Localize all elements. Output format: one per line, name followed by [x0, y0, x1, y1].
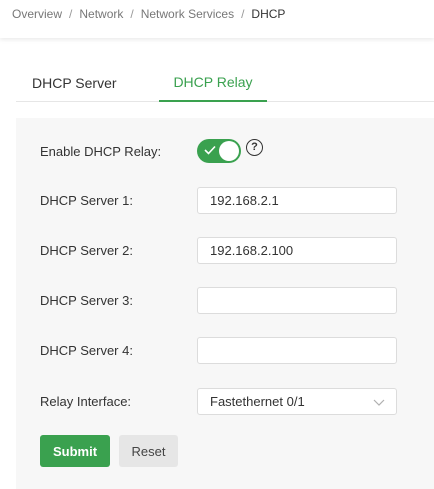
check-icon — [204, 145, 216, 155]
server4-label: DHCP Server 4: — [40, 343, 133, 358]
relay-interface-label: Relay Interface: — [40, 394, 132, 409]
reset-button[interactable]: Reset — [119, 435, 178, 467]
breadcrumb-dhcp: DHCP — [251, 7, 286, 21]
toggle-knob — [219, 141, 239, 161]
breadcrumb-overview[interactable]: Overview — [12, 7, 62, 21]
server3-input[interactable] — [197, 287, 397, 314]
breadcrumb-network-services[interactable]: Network Services — [141, 7, 234, 21]
server1-input[interactable]: 192.168.2.1 — [197, 187, 397, 214]
chevron-down-icon — [373, 399, 385, 406]
submit-button[interactable]: Submit — [40, 435, 110, 467]
tab-dhcp-server[interactable]: DHCP Server — [16, 64, 159, 102]
tab-bar: DHCP Server DHCP Relay — [16, 64, 434, 102]
relay-interface-row: Relay Interface: Fastethernet 0/1 — [16, 388, 434, 415]
server2-label: DHCP Server 2: — [40, 243, 133, 258]
server2-input[interactable]: 192.168.2.100 — [197, 237, 397, 264]
breadcrumb-separator: / — [241, 7, 245, 21]
server1-row: DHCP Server 1: 192.168.2.1 — [16, 187, 434, 214]
enable-relay-toggle[interactable] — [197, 139, 241, 163]
breadcrumb-separator: / — [130, 7, 134, 21]
relay-interface-select[interactable]: Fastethernet 0/1 — [197, 388, 397, 415]
server3-row: DHCP Server 3: — [16, 287, 434, 314]
server2-row: DHCP Server 2: 192.168.2.100 — [16, 237, 434, 264]
enable-relay-label: Enable DHCP Relay: — [40, 144, 162, 159]
help-icon[interactable]: ? — [246, 139, 263, 156]
tab-dhcp-relay[interactable]: DHCP Relay — [159, 64, 267, 102]
server3-label: DHCP Server 3: — [40, 293, 133, 308]
enable-relay-row: Enable DHCP Relay: ? — [16, 139, 434, 164]
relay-interface-value: Fastethernet 0/1 — [210, 394, 305, 409]
server4-input[interactable] — [197, 337, 397, 364]
relay-form-panel: Enable DHCP Relay: ? DHCP Server 1: 192.… — [16, 118, 434, 489]
breadcrumb-separator: / — [69, 7, 73, 21]
breadcrumb-network[interactable]: Network — [79, 7, 123, 21]
server4-row: DHCP Server 4: — [16, 337, 434, 364]
breadcrumb: Overview / Network / Network Services / … — [0, 0, 434, 38]
server1-label: DHCP Server 1: — [40, 193, 133, 208]
